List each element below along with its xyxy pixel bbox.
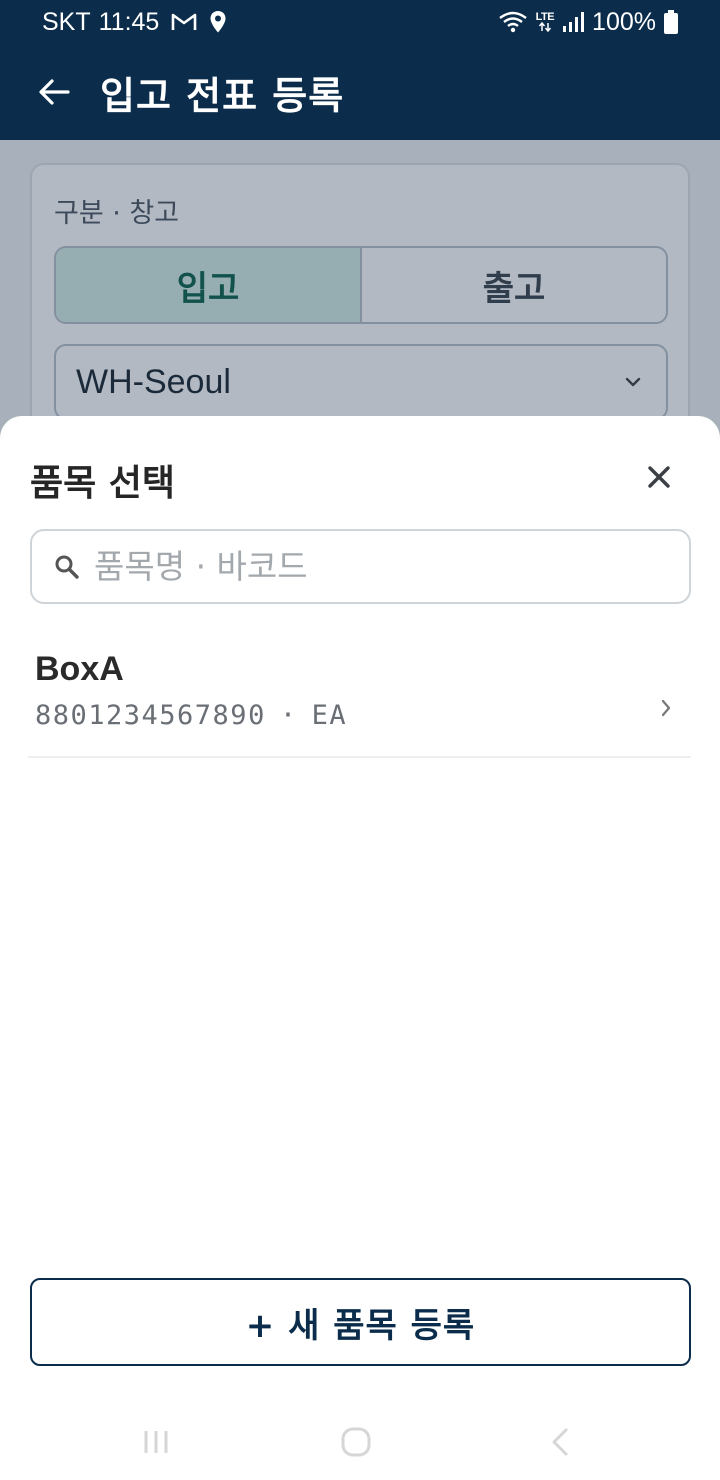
sheet-title: 품목 선택 (30, 463, 176, 504)
close-icon[interactable] (640, 458, 678, 496)
chevron-right-icon (660, 698, 672, 718)
battery-icon (664, 10, 678, 34)
lte-icon: LTE (536, 12, 555, 32)
home-icon[interactable] (326, 1422, 386, 1462)
location-icon (209, 10, 227, 34)
arrow-left-icon[interactable] (36, 74, 72, 110)
wifi-icon (498, 10, 528, 34)
item-unit: EA (311, 700, 348, 731)
back-nav-icon[interactable] (530, 1422, 590, 1462)
page-title: 입고 전표 등록 (100, 73, 345, 118)
search-input[interactable] (94, 547, 654, 586)
battery-percent: 100% (592, 7, 656, 36)
clock: 11:45 (98, 7, 160, 36)
meta-separator: · (279, 700, 298, 731)
item-meta: 8801234567890 · EA (35, 700, 347, 731)
item-name: BoxA (35, 650, 124, 688)
app-bar: 입고 전표 등록 (0, 44, 720, 140)
recent-apps-icon[interactable] (126, 1422, 186, 1462)
gmail-icon (171, 12, 197, 32)
add-item-button[interactable]: + 새 품목 등록 (30, 1278, 691, 1366)
status-bar: SKT 11:45 LTE 100% (0, 0, 720, 44)
search-icon (54, 554, 80, 580)
item-select-sheet: 품목 선택 BoxA 8801234567890 · EA + 새 품목 등록 (0, 416, 720, 1480)
carrier-label: SKT (42, 7, 91, 36)
system-nav-bar (0, 1402, 720, 1480)
item-barcode: 8801234567890 (35, 700, 266, 731)
search-field[interactable] (30, 529, 691, 604)
list-item[interactable]: BoxA 8801234567890 · EA (28, 638, 691, 758)
signal-icon (562, 11, 585, 33)
